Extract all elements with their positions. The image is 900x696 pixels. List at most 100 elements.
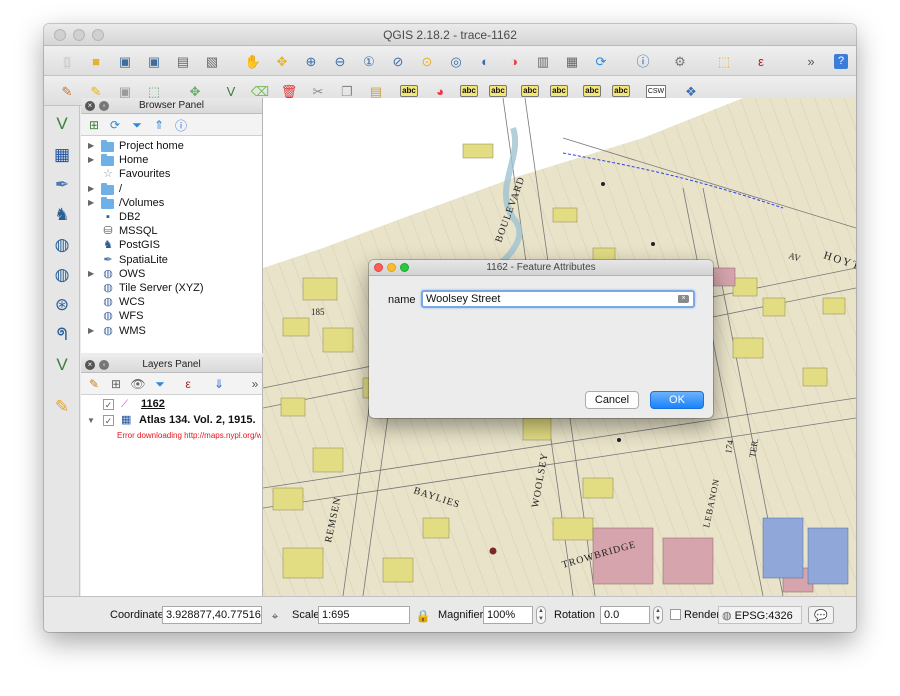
visibility-eye-icon[interactable]: 👁 bbox=[130, 376, 146, 392]
name-field-label: name bbox=[388, 294, 416, 306]
chevron-down-icon[interactable]: ▼ bbox=[87, 416, 95, 425]
zoom-next-button[interactable]: ◑ bbox=[503, 50, 525, 72]
browser-item[interactable]: ▶ ◍ WMS bbox=[81, 325, 261, 339]
coordinate-field[interactable]: 3.928877,40.775163 bbox=[162, 606, 262, 624]
layers-panel-header: × ◦ Layers Panel bbox=[81, 357, 262, 373]
zoom-selection-button[interactable]: ⊙ bbox=[416, 50, 438, 72]
abc-highlight-icon: abc bbox=[460, 85, 478, 97]
pan-to-selection-button[interactable]: ✥ bbox=[271, 50, 293, 72]
render-checkbox[interactable] bbox=[670, 609, 681, 620]
identify-icon: ⓘ bbox=[636, 53, 650, 69]
chevron-right-icon[interactable]: » bbox=[247, 376, 263, 392]
new-bookmark-button[interactable]: ▥ bbox=[532, 50, 554, 72]
magnifier-stepper[interactable]: ▲ ▼ bbox=[536, 606, 546, 624]
zoom-out-button[interactable]: ⊖ bbox=[329, 50, 351, 72]
add-postgis-button[interactable]: ♞ bbox=[49, 202, 75, 228]
refresh-button[interactable]: ⟳ bbox=[590, 50, 612, 72]
add-group-icon[interactable]: ⊞ bbox=[108, 376, 124, 392]
zoom-layer-button[interactable]: ◎ bbox=[445, 50, 467, 72]
browser-item[interactable]: ☆ Favourites bbox=[81, 168, 261, 182]
new-project-button[interactable]: ▯ bbox=[56, 50, 78, 72]
properties-icon[interactable]: ⓘ bbox=[173, 117, 189, 133]
cancel-button[interactable]: Cancel bbox=[585, 391, 639, 409]
add-wfs-button[interactable]: ⊛ bbox=[49, 292, 75, 318]
zoom-in-button[interactable]: ⊕ bbox=[300, 50, 322, 72]
scale-label: Scale bbox=[292, 609, 320, 621]
layer-visibility-checkbox[interactable]: ✓ bbox=[103, 415, 114, 426]
expression-select-button[interactable]: ε bbox=[750, 50, 772, 72]
chevron-right-icon[interactable]: ▶ bbox=[88, 184, 94, 193]
browser-item-label: /Volumes bbox=[119, 196, 165, 209]
expand-all-icon[interactable]: ⇓ bbox=[211, 376, 227, 392]
save-as-button[interactable]: ▣ bbox=[143, 50, 165, 72]
layer-row[interactable]: ✓ ⟋ 1162 bbox=[81, 397, 261, 413]
style-manager-icon[interactable]: ✎ bbox=[86, 376, 102, 392]
browser-item[interactable]: ◍ WFS bbox=[81, 310, 261, 324]
composer-manager-button[interactable]: ▧ bbox=[201, 50, 223, 72]
add-spatialite-button[interactable]: ✒ bbox=[49, 172, 75, 198]
current-edits-button[interactable]: ✎ bbox=[56, 80, 78, 102]
layers-tree: ✓ ⟋ 1162 ▼ ✓ ▦ Atlas 134. Vol. 2, 1915. … bbox=[81, 395, 262, 595]
help-button[interactable]: ? bbox=[830, 50, 852, 72]
save-project-button[interactable]: ▣ bbox=[114, 50, 136, 72]
zoom-full-button[interactable]: ⊘ bbox=[387, 50, 409, 72]
browser-item[interactable]: ▶ Home bbox=[81, 154, 261, 168]
browser-item[interactable]: ▪ DB2 bbox=[81, 211, 261, 225]
chevron-right-icon[interactable]: ▶ bbox=[88, 198, 94, 207]
chevron-right-icon[interactable]: ▶ bbox=[88, 141, 94, 150]
zoom-layer-icon: ◎ bbox=[450, 53, 462, 69]
browser-item[interactable]: ◍ WCS bbox=[81, 296, 261, 310]
name-field-input[interactable]: Woolsey Street × bbox=[421, 290, 695, 308]
browser-item[interactable]: ▶ ◍ OWS bbox=[81, 268, 261, 282]
python-icon: ❖ bbox=[685, 83, 697, 99]
filter-legend-icon[interactable]: ⏷ bbox=[152, 376, 168, 392]
add-selected-icon[interactable]: ⊞ bbox=[86, 117, 102, 133]
browser-item[interactable]: ⛁ MSSQL bbox=[81, 225, 261, 239]
toggle-extents-button[interactable]: ⌖ bbox=[264, 605, 286, 627]
crs-status-button[interactable]: ◍ EPSG:4326 bbox=[718, 606, 802, 624]
title-bar: QGIS 2.18.2 - trace-1162 bbox=[44, 24, 856, 46]
toolbar-overflow-button[interactable]: » bbox=[800, 50, 822, 72]
lock-scale-button[interactable]: 🔒 bbox=[412, 605, 434, 627]
browser-item[interactable]: ♞ PostGIS bbox=[81, 239, 261, 253]
add-wms-button[interactable]: ◍ bbox=[49, 232, 75, 258]
ok-button[interactable]: OK bbox=[650, 391, 704, 409]
identify-button[interactable]: ⓘ bbox=[632, 50, 654, 72]
layer-name: Atlas 134. Vol. 2, 1915. bbox=[139, 414, 256, 426]
chevron-right-icon[interactable]: ▶ bbox=[88, 155, 94, 164]
browser-item[interactable]: ✒ SpatiaLite bbox=[81, 254, 261, 268]
magnifier-field[interactable]: 100% bbox=[483, 606, 533, 624]
zoom-last-button[interactable]: ◐ bbox=[474, 50, 496, 72]
filter-icon[interactable]: ⏷ bbox=[129, 117, 145, 133]
new-layer-button[interactable]: ✎ bbox=[49, 394, 75, 420]
expression-filter-icon[interactable]: ε bbox=[180, 376, 196, 392]
layer-row[interactable]: ▼ ✓ ▦ Atlas 134. Vol. 2, 1915. bbox=[81, 413, 261, 429]
scale-combobox[interactable]: 1:695 bbox=[318, 606, 410, 624]
rotation-stepper[interactable]: ▲ ▼ bbox=[653, 606, 663, 624]
browser-item[interactable]: ▶ Project home bbox=[81, 140, 261, 154]
add-virtual-layer-button[interactable]: V bbox=[49, 352, 75, 378]
chevron-right-icon[interactable]: ▶ bbox=[88, 326, 94, 335]
refresh-icon[interactable]: ⟳ bbox=[107, 117, 123, 133]
browser-item-label: WCS bbox=[119, 296, 145, 309]
new-print-composer-button[interactable]: ▤ bbox=[172, 50, 194, 72]
browser-item[interactable]: ◍ Tile Server (XYZ) bbox=[81, 282, 261, 296]
show-bookmarks-button[interactable]: ▦ bbox=[561, 50, 583, 72]
select-features-button[interactable]: ⬚ bbox=[713, 50, 735, 72]
messages-button[interactable]: 💬 bbox=[808, 606, 834, 624]
action-button[interactable]: ⚙ bbox=[669, 50, 691, 72]
add-delimited-text-button[interactable]: ᖗ bbox=[49, 322, 75, 348]
zoom-native-button[interactable]: ① bbox=[358, 50, 380, 72]
add-vector-layer-button[interactable]: V bbox=[49, 111, 75, 137]
layer-visibility-checkbox[interactable]: ✓ bbox=[103, 399, 114, 410]
add-wcs-button[interactable]: ◍ bbox=[49, 262, 75, 288]
clear-field-icon[interactable]: × bbox=[678, 295, 689, 303]
add-raster-layer-button[interactable]: ▦ bbox=[49, 142, 75, 168]
browser-item[interactable]: ▶ / bbox=[81, 182, 261, 197]
collapse-all-icon[interactable]: ⇑ bbox=[151, 117, 167, 133]
open-project-button[interactable]: ■ bbox=[85, 50, 107, 72]
browser-item[interactable]: ▶ /Volumes bbox=[81, 196, 261, 211]
pan-map-button[interactable]: ✋ bbox=[242, 50, 264, 72]
rotation-field[interactable]: 0.0 bbox=[600, 606, 650, 624]
chevron-right-icon[interactable]: ▶ bbox=[88, 269, 94, 278]
